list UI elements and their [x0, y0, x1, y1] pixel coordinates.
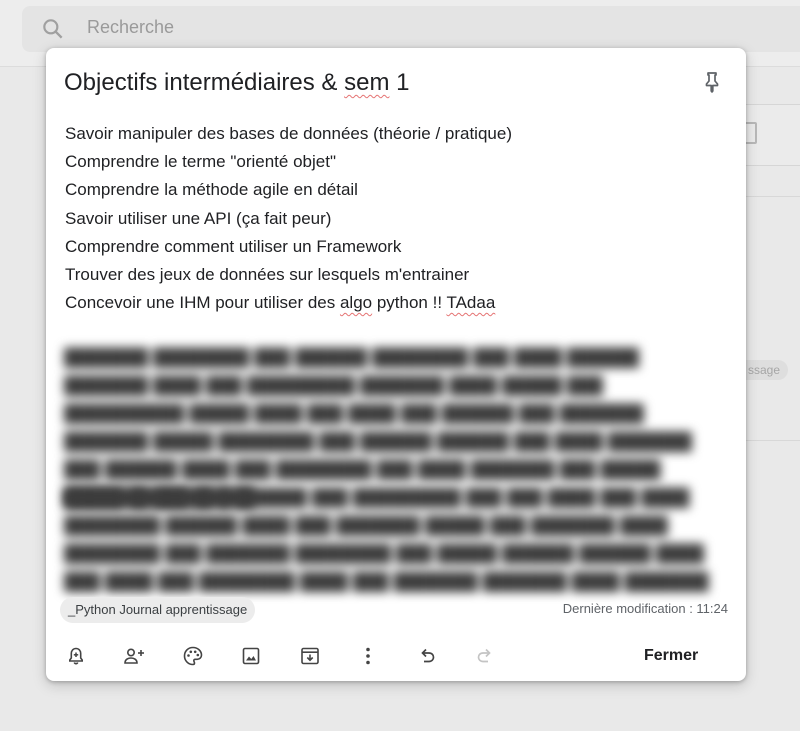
label-chip[interactable]: _Python Journal apprentissage	[60, 597, 256, 623]
note-line: Savoir manipuler des bases de données (t…	[65, 124, 512, 143]
last-modified-text: Dernière modification : 11:24	[562, 601, 728, 616]
note-line: Comprendre la méthode agile en détail	[65, 180, 358, 200]
background-divider	[746, 196, 800, 197]
collaborator-icon[interactable]	[122, 644, 146, 668]
palette-icon[interactable]	[181, 644, 205, 668]
note-line: Comprendre le terme "orienté objet"	[65, 152, 336, 172]
blurred-paragraph: █████ ███████ █ ██████ ███ █████████ ███…	[64, 488, 709, 591]
close-button[interactable]: Fermer	[632, 644, 710, 668]
note-title[interactable]: Objectifs intermédiaires & sem 1	[64, 69, 409, 97]
search-input[interactable]: Recherche	[87, 17, 174, 38]
title-text-end: 1	[389, 69, 410, 96]
background-divider	[746, 440, 800, 441]
note-line: Comprendre comment utiliser un Framework	[65, 236, 402, 256]
redo-icon	[477, 648, 491, 663]
misspelled-word: TAdaa	[446, 293, 496, 313]
note-line: Trouver des jeux de données sur lesquels…	[65, 265, 470, 285]
misspelled-word: algo	[339, 293, 373, 313]
more-vert-icon[interactable]	[356, 644, 380, 668]
note-body[interactable]: Savoir manipuler des bases de données (t…	[65, 120, 512, 317]
archive-icon[interactable]	[298, 644, 322, 668]
reminder-bell-icon[interactable]	[64, 644, 88, 668]
note-editor-dialog: Objectifs intermédiaires & sem 1 Savoir …	[46, 48, 746, 681]
note-line: Concevoir une IHM pour utiliser des algo…	[65, 293, 496, 313]
undo-icon[interactable]	[415, 644, 439, 668]
title-text: Objectifs intermédiaires &	[64, 69, 345, 96]
search-icon[interactable]	[40, 16, 66, 42]
pin-icon[interactable]	[700, 70, 724, 94]
note-line: Savoir utiliser une API (ça fait peur)	[65, 208, 332, 228]
image-icon[interactable]	[239, 644, 263, 668]
title-misspelled-word: sem	[344, 69, 390, 96]
